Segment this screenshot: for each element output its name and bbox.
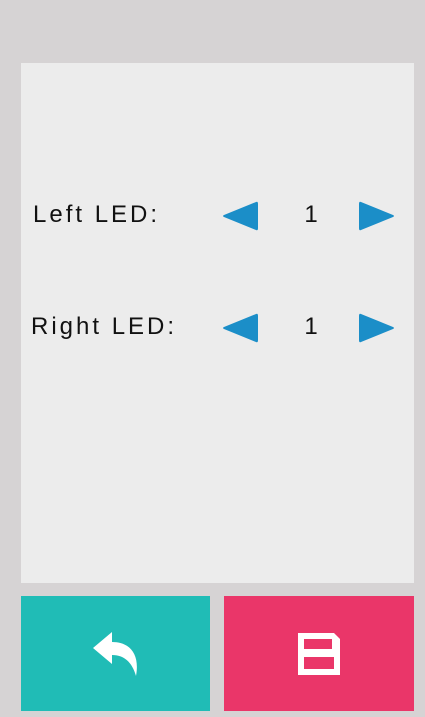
save-button[interactable] <box>224 596 414 711</box>
right-arrow-icon <box>359 313 394 343</box>
back-icon <box>92 631 137 676</box>
right-led-label: Right LED: <box>31 313 178 340</box>
right-led-value: 1 <box>304 313 318 340</box>
left-led-label: Left LED: <box>33 201 161 228</box>
right-led-increase-button[interactable] <box>358 309 396 347</box>
left-arrow-icon <box>223 313 258 343</box>
left-led-value: 1 <box>304 201 318 228</box>
right-led-row: Right LED: 1 <box>21 305 414 351</box>
right-led-decrease-button[interactable] <box>221 309 259 347</box>
left-led-increase-button[interactable] <box>358 197 396 235</box>
left-led-row: Left LED: 1 <box>21 193 414 239</box>
right-arrow-icon <box>359 201 394 231</box>
back-button[interactable] <box>21 596 210 711</box>
left-led-decrease-button[interactable] <box>221 197 259 235</box>
floppy-disk-icon <box>298 632 340 675</box>
settings-panel: Left LED: 1 Right LED: 1 <box>21 63 414 583</box>
left-arrow-icon <box>223 201 258 231</box>
